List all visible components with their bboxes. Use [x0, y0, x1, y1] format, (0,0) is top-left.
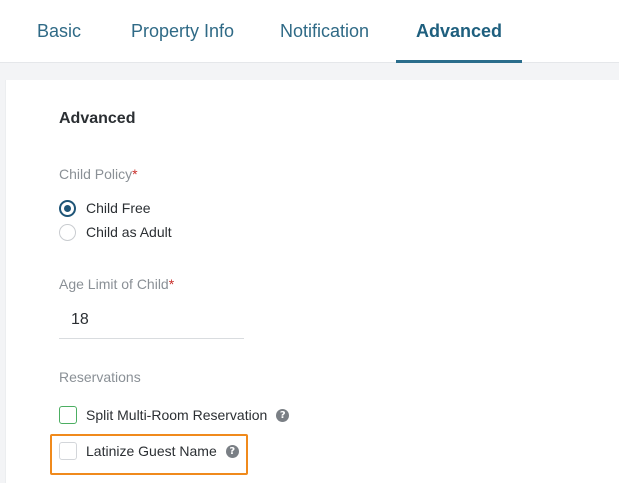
checkbox-label: Split Multi-Room Reservation: [86, 407, 268, 423]
question-circle-icon[interactable]: ?: [225, 444, 239, 458]
checkbox-icon[interactable]: [59, 442, 77, 460]
checkbox-label: Latinize Guest Name: [86, 443, 217, 459]
age-limit-input[interactable]: [59, 302, 244, 339]
child-policy-label-text: Child Policy: [59, 166, 133, 182]
radio-unchecked-icon[interactable]: [59, 223, 76, 241]
tab-basic[interactable]: Basic: [37, 0, 81, 63]
section-title: Advanced: [59, 110, 136, 127]
age-limit-label-text: Age Limit of Child: [59, 276, 169, 292]
reservations-label: Reservations: [59, 369, 141, 385]
advanced-panel: Advanced Child Policy* Child Free Child …: [5, 80, 619, 483]
radio-child-free[interactable]: Child Free: [59, 198, 151, 218]
radio-child-as-adult[interactable]: Child as Adult: [59, 222, 172, 242]
checkbox-icon[interactable]: [59, 406, 77, 424]
tab-advanced-label: Advanced: [415, 21, 503, 41]
checkbox-split-multi-room[interactable]: Split Multi-Room Reservation ?: [59, 405, 290, 425]
radio-checked-icon[interactable]: [59, 199, 76, 217]
radio-label: Child Free: [86, 200, 151, 216]
age-limit-label: Age Limit of Child*: [59, 276, 174, 292]
question-circle-icon[interactable]: ?: [276, 408, 290, 422]
tab-notification[interactable]: Notification: [280, 0, 369, 63]
tab-bar: Basic Property Info Notification Advance…: [0, 0, 619, 63]
required-mark: *: [132, 166, 138, 182]
checkbox-latinize-guest-name[interactable]: Latinize Guest Name ?: [59, 441, 239, 461]
tab-property-info[interactable]: Property Info: [131, 0, 234, 63]
child-policy-label: Child Policy*: [59, 166, 138, 182]
tab-advanced[interactable]: Advanced: [396, 0, 522, 63]
required-mark: *: [168, 276, 175, 292]
radio-label: Child as Adult: [86, 224, 172, 240]
active-tab-underline: [396, 60, 522, 63]
